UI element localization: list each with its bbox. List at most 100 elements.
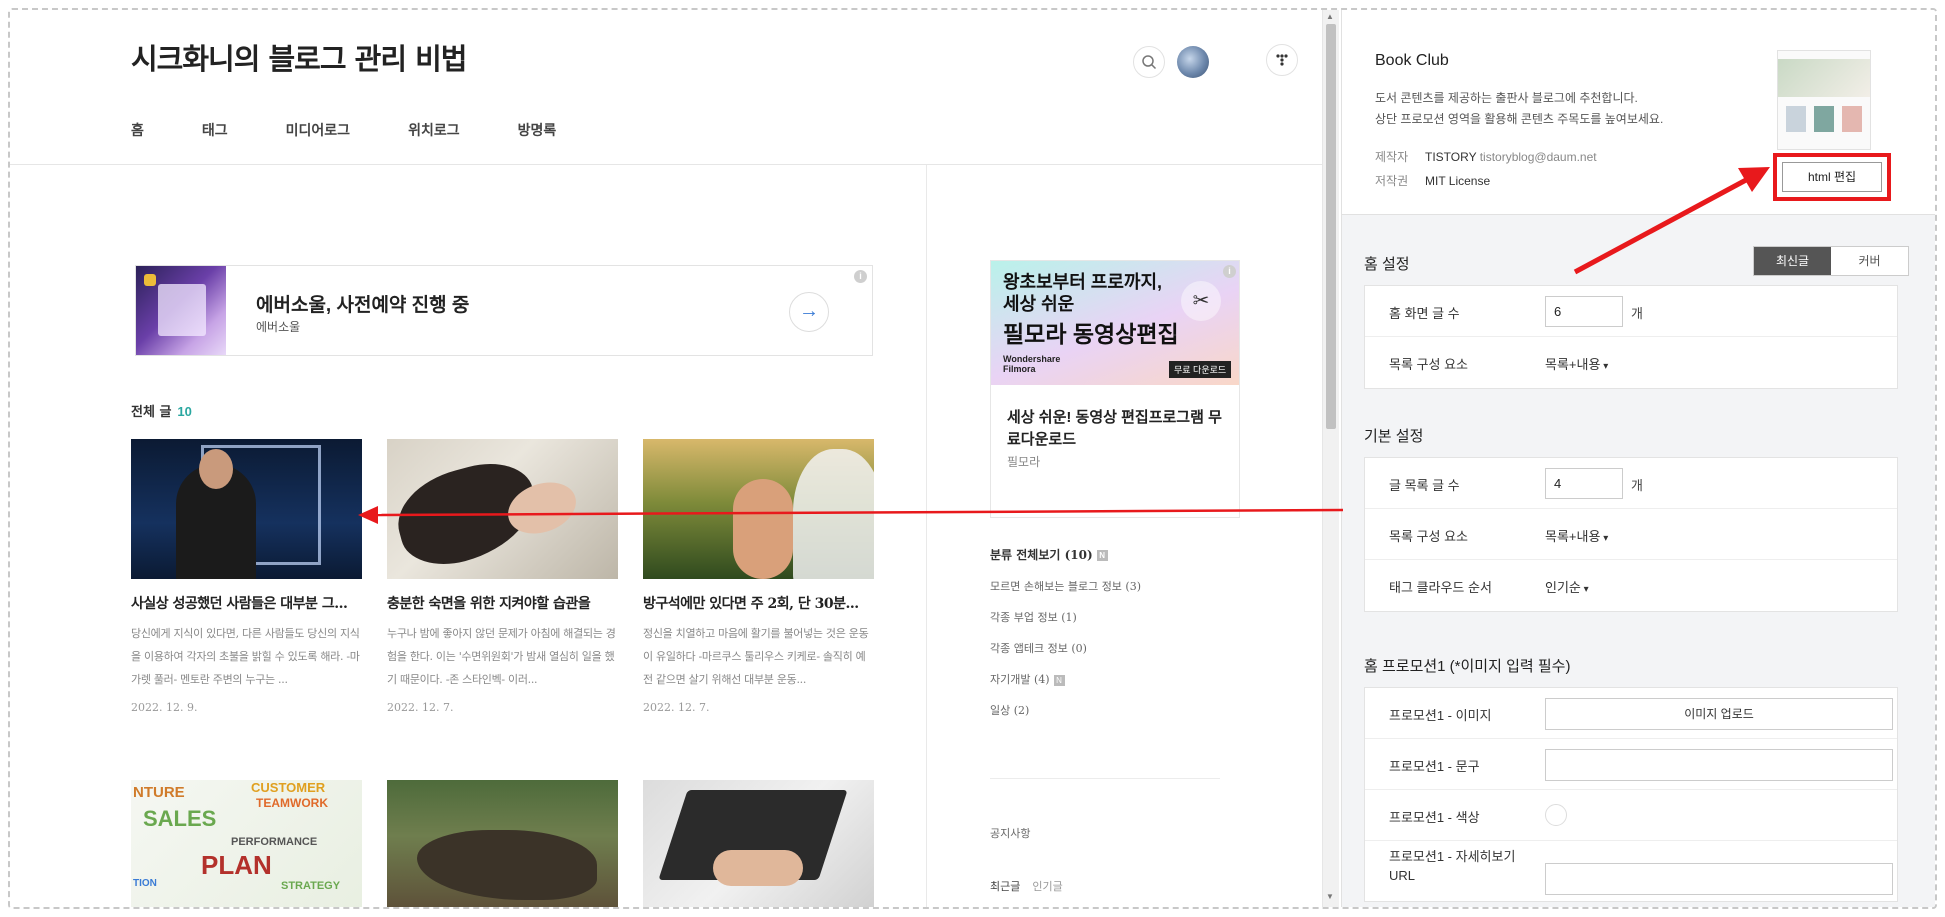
- blog-preview: 시크화니의 블로그 관리 비법 홈 태그 미디어로그 위치로그 방명록 에버소울…: [10, 10, 1322, 907]
- ad-title: 에버소울, 사전예약 진행 중: [256, 295, 470, 316]
- skin-settings-panel: Book Club 도서 콘텐츠를 제공하는 출판사 블로그에 추천합니다. 상…: [1341, 10, 1935, 907]
- setting-row: 프로모션1 - 이미지 이미지 업로드: [1365, 688, 1897, 739]
- skin-maker: 제작자 TISTORY tistoryblog@daum.net: [1375, 150, 1597, 164]
- scroll-thumb[interactable]: [1326, 24, 1336, 429]
- all-posts-heading: 전체 글 10: [131, 401, 192, 420]
- sidebar-ad-image: 왕초보부터 프로까지, 세상 쉬운 필모라 동영상편집 Wondershare …: [991, 261, 1239, 385]
- setting-label: 홈 화면 글 수: [1389, 306, 1460, 321]
- ad-thumbnail: [136, 266, 226, 355]
- nav-locationlog[interactable]: 위치로그: [408, 120, 460, 140]
- home-settings-title: 홈 설정: [1364, 256, 1410, 273]
- ad-subtitle: 에버소울: [256, 320, 301, 334]
- promotion-text-input[interactable]: [1545, 749, 1893, 781]
- arrow-right-icon[interactable]: →: [789, 292, 829, 332]
- post-thumbnail[interactable]: NTURE CUSTOMER SALES TEAMWORK PERFORMANC…: [131, 780, 362, 907]
- post-card[interactable]: 방구석에만 있다면 주 2회, 단 30분... 정신을 치열하고 마음에 활기…: [643, 439, 874, 714]
- post-card[interactable]: [643, 780, 874, 907]
- preview-scrollbar[interactable]: ▲ ▼: [1322, 10, 1339, 907]
- all-posts-count: 10: [177, 404, 192, 419]
- category-item[interactable]: 모르면 손해보는 블로그 정보 (3): [990, 578, 1230, 594]
- category-all[interactable]: 분류 전체보기 (10) N: [990, 546, 1230, 563]
- search-button[interactable]: [1133, 46, 1165, 78]
- notice-heading[interactable]: 공지사항: [990, 825, 1030, 841]
- sidebar-ad-caption: 세상 쉬운! 동영상 편집프로그램 무료다운로드: [1007, 409, 1222, 448]
- setting-row: 프로모션1 - 색상: [1365, 790, 1897, 841]
- avatar[interactable]: [1177, 46, 1209, 78]
- ad-line-2: 세상 쉬운: [1003, 294, 1075, 314]
- category-item[interactable]: 각종 앱테크 정보 (0): [990, 640, 1230, 656]
- blog-title[interactable]: 시크화니의 블로그 관리 비법: [131, 36, 467, 78]
- unit-label: 개: [1631, 478, 1643, 493]
- setting-label: 프로모션1 - 색상: [1389, 810, 1480, 825]
- category-list: 분류 전체보기 (10) N 모르면 손해보는 블로그 정보 (3) 각종 부업 …: [990, 546, 1230, 718]
- post-excerpt: 당신에게 지식이 있다면, 다른 사람들도 당신의 지식을 이용하여 각자의 초…: [131, 627, 360, 686]
- post-card[interactable]: 충분한 숙면을 위한 지켜야할 습관을 누구나 밤에 좋아지 않던 문제가 아침…: [387, 439, 618, 714]
- setting-label: 목록 구성 요소: [1389, 529, 1468, 544]
- menu-button[interactable]: [1266, 44, 1298, 76]
- nav-tag[interactable]: 태그: [202, 120, 228, 140]
- list-component-select[interactable]: 목록+내용: [1545, 526, 1608, 545]
- info-icon[interactable]: i: [1223, 265, 1236, 278]
- setting-row: 태그 클라우드 순서 인기순: [1365, 560, 1897, 611]
- post-thumbnail[interactable]: [387, 780, 618, 907]
- post-date: 2022. 12. 9.: [131, 701, 198, 714]
- skin-thumbnail: [1777, 50, 1871, 150]
- post-title[interactable]: 방구석에만 있다면 주 2회, 단 30분...: [643, 593, 874, 613]
- post-title[interactable]: 사실상 성공했던 사람들은 대부분 그...: [131, 593, 362, 613]
- setting-label: 글 목록 글 수: [1389, 478, 1460, 493]
- post-date: 2022. 12. 7.: [643, 701, 710, 714]
- ad-line-3: 필모라 동영상편집: [1003, 321, 1179, 347]
- promotion-url-input[interactable]: [1545, 863, 1893, 895]
- setting-row: 프로모션1 - 자세히보기 URL: [1365, 841, 1897, 901]
- nav-home[interactable]: 홈: [131, 120, 144, 140]
- setting-row: 프로모션1 - 문구: [1365, 739, 1897, 790]
- divider: [990, 778, 1220, 779]
- basic-settings-title: 기본 설정: [1364, 428, 1424, 445]
- setting-row: 목록 구성 요소 목록+내용: [1365, 509, 1897, 560]
- category-item[interactable]: 일상 (2): [990, 702, 1230, 718]
- search-icon: [1142, 55, 1157, 70]
- list-post-count-input[interactable]: 4: [1545, 468, 1623, 499]
- tab-popular[interactable]: 인기글: [1032, 880, 1062, 893]
- nav-medialog[interactable]: 미디어로그: [286, 120, 350, 140]
- post-card[interactable]: [387, 780, 618, 907]
- skin-name: Book Club: [1375, 52, 1449, 69]
- tag-cloud-order-select[interactable]: 인기순: [1545, 577, 1589, 596]
- promotion-title: 홈 프로모션1 (*이미지 입력 필수): [1364, 658, 1571, 675]
- post-title[interactable]: 충분한 숙면을 위한 지켜야할 습관을: [387, 593, 618, 613]
- post-thumbnail[interactable]: [387, 439, 618, 579]
- home-post-count-input[interactable]: 6: [1545, 296, 1623, 327]
- image-upload-button[interactable]: 이미지 업로드: [1545, 698, 1893, 730]
- category-item[interactable]: 자기개발 (4) N: [990, 671, 1230, 687]
- scroll-up-icon[interactable]: ▲: [1326, 12, 1334, 21]
- ad-line-1: 왕초보부터 프로까지,: [1003, 272, 1163, 292]
- download-badge: 무료 다운로드: [1169, 361, 1232, 378]
- scroll-down-icon[interactable]: ▼: [1326, 892, 1334, 901]
- new-badge: N: [1096, 550, 1108, 561]
- dots-menu-icon: [1276, 54, 1288, 66]
- setting-row: 글 목록 글 수 4 개: [1365, 458, 1897, 509]
- post-thumbnail[interactable]: [643, 439, 874, 579]
- toggle-latest[interactable]: 최신글: [1754, 247, 1831, 275]
- category-item[interactable]: 각종 부업 정보 (1): [990, 609, 1230, 625]
- toggle-cover[interactable]: 커버: [1831, 247, 1908, 275]
- screenshot-frame: 시크화니의 블로그 관리 비법 홈 태그 미디어로그 위치로그 방명록 에버소울…: [8, 8, 1937, 909]
- post-excerpt: 누구나 밤에 좋아지 않던 문제가 아침에 해결되는 경험을 한다. 이는 '수…: [387, 627, 616, 686]
- setting-row: 목록 구성 요소 목록+내용: [1365, 337, 1897, 388]
- list-component-select[interactable]: 목록+내용: [1545, 354, 1608, 373]
- post-card[interactable]: 사실상 성공했던 사람들은 대부분 그... 당신에게 지식이 있다면, 다른 …: [131, 439, 362, 714]
- blog-nav: 홈 태그 미디어로그 위치로그 방명록: [131, 120, 614, 140]
- post-thumbnail[interactable]: [643, 780, 874, 907]
- header-divider: [10, 164, 1322, 165]
- color-picker[interactable]: [1545, 804, 1567, 826]
- sidebar-ad[interactable]: 왕초보부터 프로까지, 세상 쉬운 필모라 동영상편집 Wondershare …: [990, 260, 1240, 518]
- tab-recent[interactable]: 최근글: [990, 880, 1020, 893]
- home-mode-toggle: 최신글 커버: [1753, 246, 1909, 276]
- info-icon[interactable]: i: [854, 270, 867, 283]
- banner-ad[interactable]: 에버소울, 사전예약 진행 중 에버소울 → i: [135, 265, 873, 356]
- post-card[interactable]: NTURE CUSTOMER SALES TEAMWORK PERFORMANC…: [131, 780, 362, 907]
- filmora-logo: Wondershare Filmora: [1003, 354, 1061, 374]
- column-divider: [926, 165, 927, 907]
- nav-guestbook[interactable]: 방명록: [518, 120, 557, 140]
- post-thumbnail[interactable]: [131, 439, 362, 579]
